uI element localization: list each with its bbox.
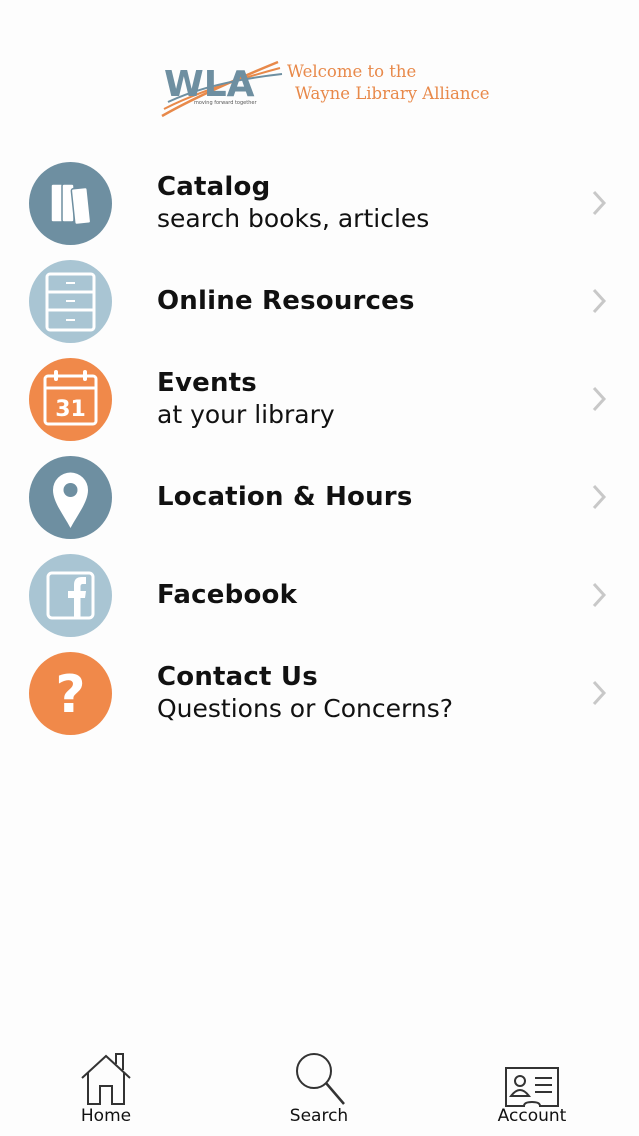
menu-item-catalog[interactable]: Catalog search books, articles: [0, 154, 639, 252]
menu-title: Catalog: [157, 172, 271, 202]
bottom-tab-bar: Home Search Account: [0, 1036, 639, 1136]
menu-title: Facebook: [157, 580, 298, 610]
map-pin-icon: [29, 456, 112, 539]
wla-logo: WLA moving forward together: [161, 60, 283, 118]
home-icon: [81, 1053, 131, 1105]
menu-item-events[interactable]: 31 Events at your library: [0, 350, 639, 448]
svg-text:?: ?: [55, 665, 85, 725]
svg-text:WLA: WLA: [164, 64, 255, 105]
menu-text: Online Resources: [157, 252, 577, 350]
menu-text: Contact Us Questions or Concerns?: [157, 644, 577, 742]
tab-home-label: Home: [80, 1106, 132, 1126]
tab-account[interactable]: Account: [477, 1036, 587, 1136]
chevron-right-icon: [592, 288, 607, 314]
menu-text: Events at your library: [157, 350, 577, 448]
app-header: WLA moving forward together Welcome to t…: [0, 50, 639, 125]
menu-item-facebook[interactable]: Facebook: [0, 546, 639, 644]
menu-item-contact-us[interactable]: ? Contact Us Questions or Concerns?: [0, 644, 639, 742]
main-menu: Catalog search books, articles Online Re…: [0, 154, 639, 742]
menu-item-location-hours[interactable]: Location & Hours: [0, 448, 639, 546]
menu-text: Catalog search books, articles: [157, 154, 577, 252]
tab-search-label: Search: [289, 1106, 349, 1126]
books-icon: [29, 162, 112, 245]
welcome-line-1: Welcome to the: [287, 62, 417, 81]
welcome-line-2: Wayne Library Alliance: [295, 84, 490, 103]
tab-search[interactable]: Search: [264, 1036, 374, 1136]
menu-title: Events: [157, 368, 257, 398]
search-icon: [296, 1053, 345, 1105]
menu-title: Contact Us: [157, 662, 318, 692]
chevron-right-icon: [592, 190, 607, 216]
menu-subtitle: Questions or Concerns?: [157, 694, 454, 723]
menu-item-online-resources[interactable]: Online Resources: [0, 252, 639, 350]
svg-text:moving forward together: moving forward together: [194, 100, 257, 106]
chevron-right-icon: [592, 386, 607, 412]
question-icon: ?: [29, 652, 112, 735]
menu-title: Location & Hours: [157, 482, 413, 512]
tab-account-label: Account: [497, 1106, 567, 1126]
chevron-right-icon: [592, 680, 607, 706]
file-cabinet-icon: [29, 260, 112, 343]
calendar-icon: 31: [29, 358, 112, 441]
menu-text: Location & Hours: [157, 448, 577, 546]
welcome-text: Welcome to the Wayne Library Alliance: [287, 61, 490, 105]
menu-subtitle: search books, articles: [157, 204, 430, 233]
chevron-right-icon: [592, 484, 607, 510]
tab-home[interactable]: Home: [51, 1036, 161, 1136]
menu-text: Facebook: [157, 546, 577, 644]
id-card-icon: [505, 1067, 559, 1107]
menu-subtitle: at your library: [157, 400, 335, 429]
svg-text:31: 31: [55, 397, 86, 422]
chevron-right-icon: [592, 582, 607, 608]
menu-title: Online Resources: [157, 286, 415, 316]
facebook-icon: [29, 554, 112, 637]
